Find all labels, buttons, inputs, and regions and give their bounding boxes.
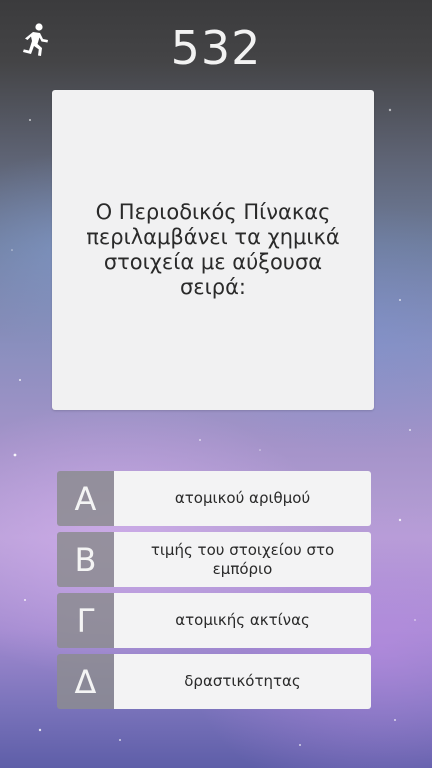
answer-letter: Γ xyxy=(57,593,114,648)
answer-option-b[interactable]: Β τιμής του στοιχείου στο εμπόριο xyxy=(57,532,371,587)
answer-option-d[interactable]: Δ δραστικότητας xyxy=(57,654,371,709)
question-text: Ο Περιοδικός Πίνακας περιλαμβάνει τα χημ… xyxy=(86,200,340,299)
answer-option-a[interactable]: Α ατομικού αριθμού xyxy=(57,471,371,526)
answer-text: ατομικής ακτίνας xyxy=(175,611,310,629)
answer-letter: Β xyxy=(57,532,114,587)
question-card: Ο Περιοδικός Πίνακας περιλαμβάνει τα χημ… xyxy=(52,90,374,410)
answer-list: Α ατομικού αριθμού Β τιμής του στοιχείου… xyxy=(57,471,371,715)
answer-text: ατομικού αριθμού xyxy=(174,489,311,507)
answer-text: τιμής του στοιχείου στο εμπόριο xyxy=(150,540,335,578)
answer-letter: Α xyxy=(57,471,114,526)
answer-text: δραστικότητας xyxy=(184,672,301,690)
answer-option-c[interactable]: Γ ατομικής ακτίνας xyxy=(57,593,371,648)
top-bar: 532 xyxy=(0,0,432,90)
score-counter: 532 xyxy=(170,21,262,75)
answer-letter: Δ xyxy=(57,654,114,709)
